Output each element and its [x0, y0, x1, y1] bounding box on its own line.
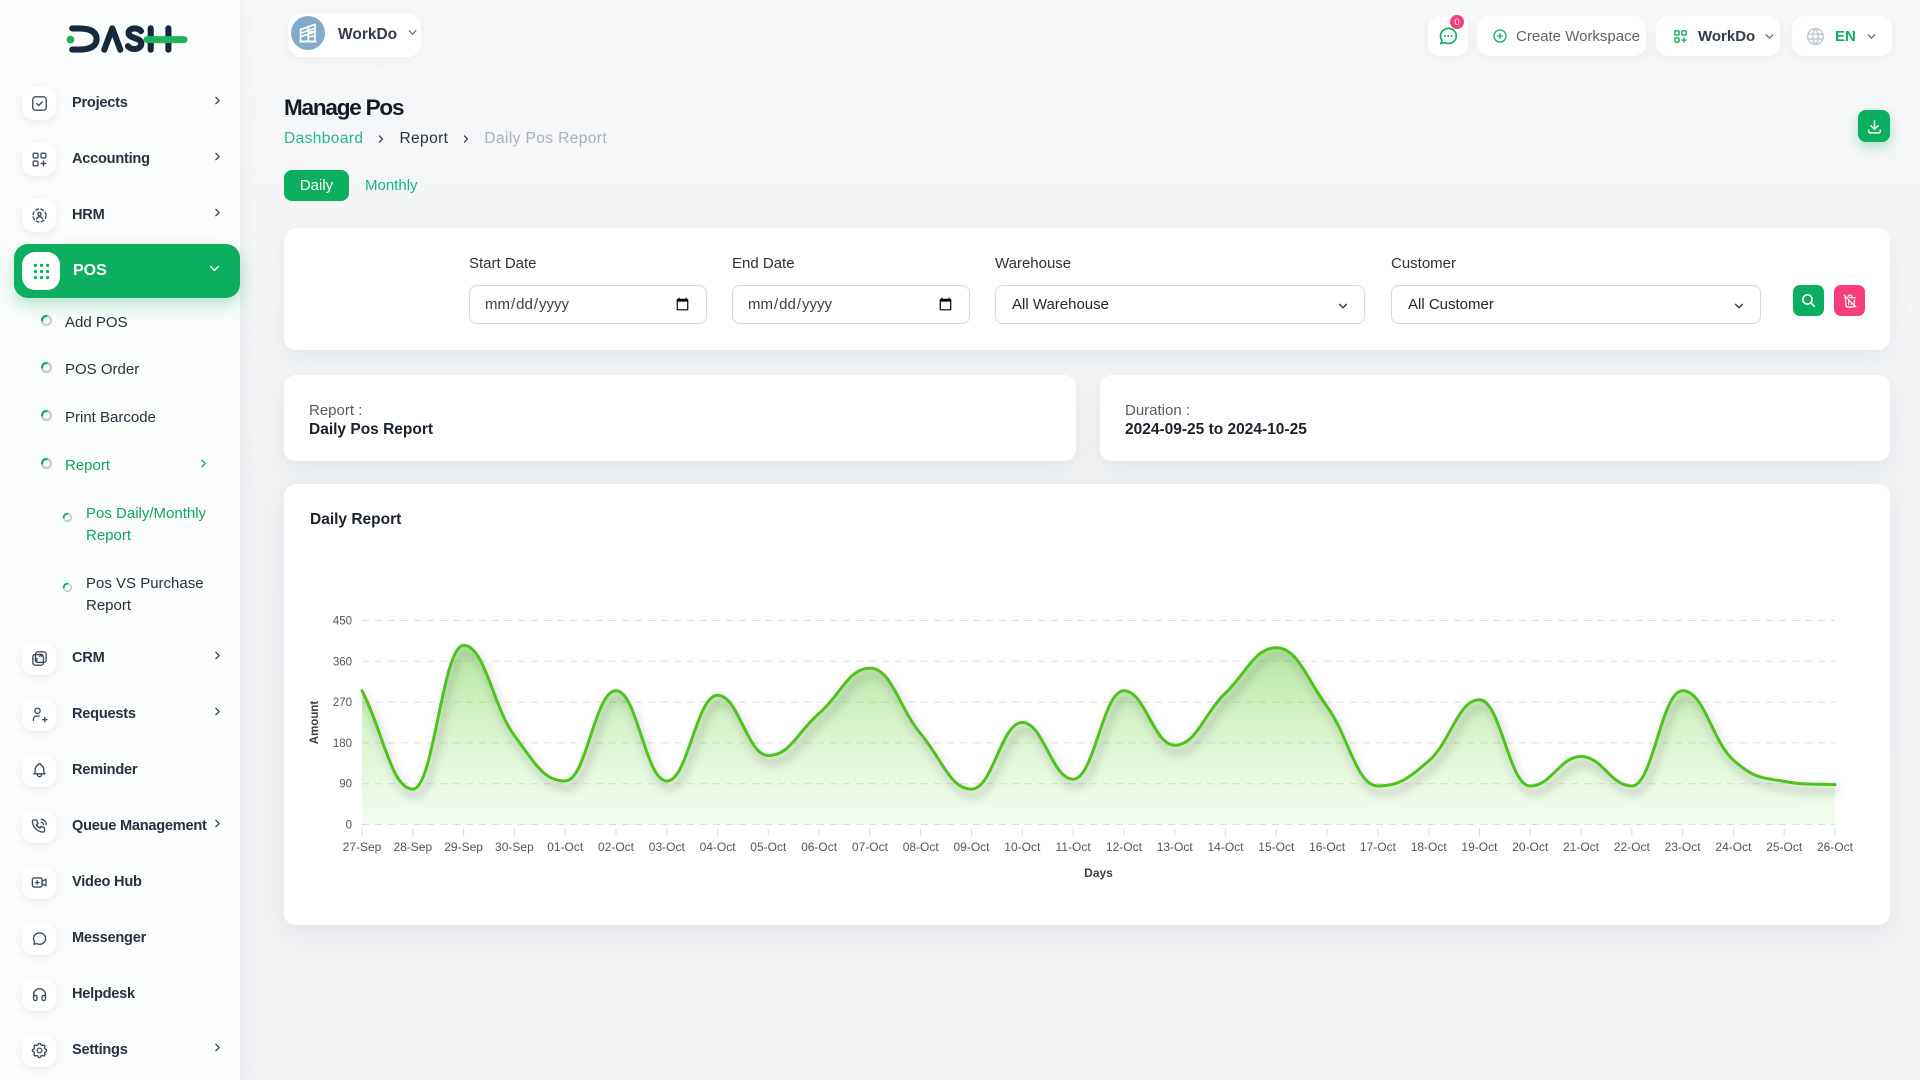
svg-text:04-Oct: 04-Oct — [700, 840, 737, 854]
svg-text:12-Oct: 12-Oct — [1106, 840, 1143, 854]
svg-text:05-Oct: 05-Oct — [750, 840, 787, 854]
svg-text:360: 360 — [333, 656, 352, 668]
svg-text:11-Oct: 11-Oct — [1056, 840, 1092, 854]
svg-text:27-Sep: 27-Sep — [343, 840, 382, 854]
svg-text:14-Oct: 14-Oct — [1207, 840, 1244, 854]
svg-text:Days: Days — [1084, 866, 1113, 880]
svg-text:28-Sep: 28-Sep — [393, 840, 432, 854]
svg-text:07-Oct: 07-Oct — [852, 840, 889, 854]
svg-text:01-Oct: 01-Oct — [547, 840, 584, 854]
svg-text:19-Oct: 19-Oct — [1461, 840, 1498, 854]
svg-text:10-Oct: 10-Oct — [1004, 840, 1041, 854]
svg-text:30-Sep: 30-Sep — [495, 840, 534, 854]
svg-text:15-Oct: 15-Oct — [1258, 840, 1295, 854]
svg-text:0: 0 — [346, 820, 352, 832]
svg-text:09-Oct: 09-Oct — [953, 840, 990, 854]
svg-text:29-Sep: 29-Sep — [444, 840, 483, 854]
svg-text:26-Oct: 26-Oct — [1817, 840, 1854, 854]
svg-text:16-Oct: 16-Oct — [1309, 840, 1346, 854]
svg-text:23-Oct: 23-Oct — [1665, 840, 1702, 854]
svg-text:270: 270 — [333, 697, 352, 709]
svg-text:06-Oct: 06-Oct — [801, 840, 838, 854]
svg-text:20-Oct: 20-Oct — [1512, 840, 1549, 854]
svg-text:25-Oct: 25-Oct — [1766, 840, 1803, 854]
svg-text:21-Oct: 21-Oct — [1563, 840, 1600, 854]
svg-text:03-Oct: 03-Oct — [649, 840, 686, 854]
svg-text:450: 450 — [333, 616, 352, 628]
svg-text:13-Oct: 13-Oct — [1157, 840, 1194, 854]
svg-text:22-Oct: 22-Oct — [1614, 840, 1651, 854]
svg-text:Amount: Amount — [309, 701, 321, 745]
svg-text:180: 180 — [333, 738, 352, 750]
svg-text:02-Oct: 02-Oct — [598, 840, 635, 854]
svg-text:17-Oct: 17-Oct — [1360, 840, 1397, 854]
svg-text:24-Oct: 24-Oct — [1715, 840, 1752, 854]
svg-text:18-Oct: 18-Oct — [1411, 840, 1448, 854]
svg-text:90: 90 — [339, 779, 352, 791]
svg-text:08-Oct: 08-Oct — [903, 840, 940, 854]
